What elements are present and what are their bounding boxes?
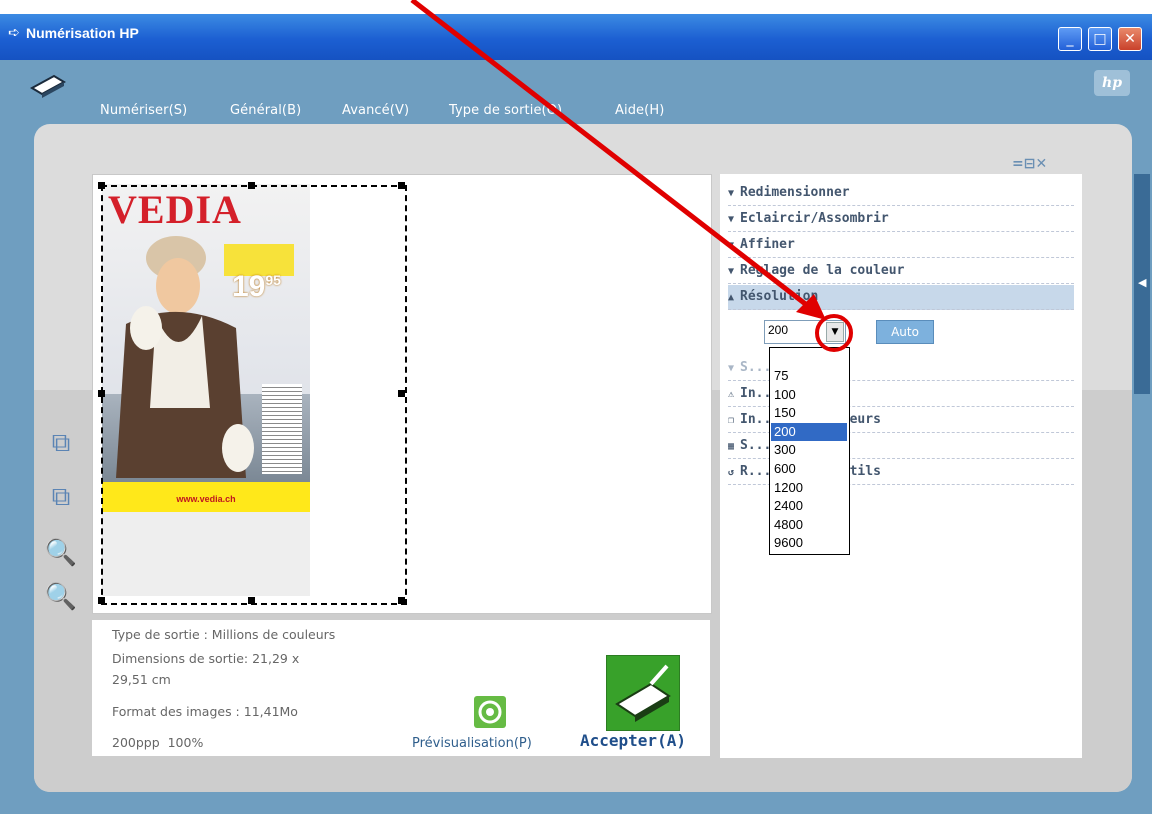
annotation-arrow	[410, 0, 810, 308]
annotation-circle	[815, 314, 853, 352]
annotation-overlay	[410, 0, 853, 352]
